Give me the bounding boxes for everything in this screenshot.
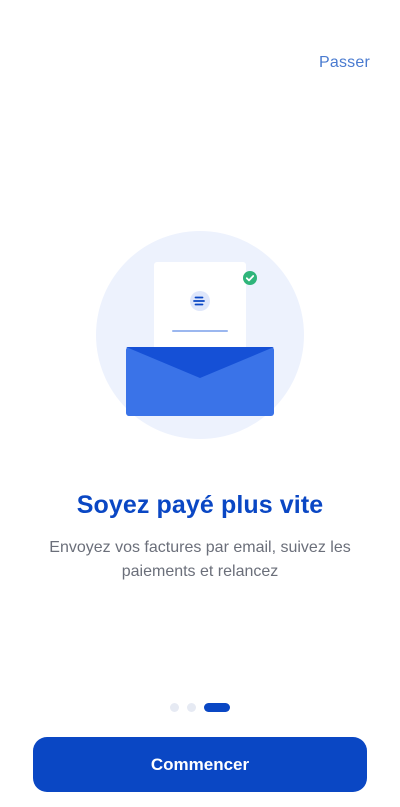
check-badge-icon — [243, 271, 257, 285]
page-indicator-dot-3-active[interactable] — [204, 703, 230, 712]
page-indicator-dot-2[interactable] — [187, 703, 196, 712]
page-indicator — [0, 703, 400, 712]
page-subtitle: Envoyez vos factures par email, suivez l… — [49, 539, 351, 580]
start-button[interactable]: Commencer — [33, 737, 367, 792]
page-indicator-dot-1[interactable] — [170, 703, 179, 712]
skip-link[interactable]: Passer — [319, 54, 370, 72]
envelope-icon — [126, 347, 274, 416]
invoice-email-illustration — [96, 231, 304, 439]
page-title: Soyez payé plus vite — [76, 491, 324, 519]
